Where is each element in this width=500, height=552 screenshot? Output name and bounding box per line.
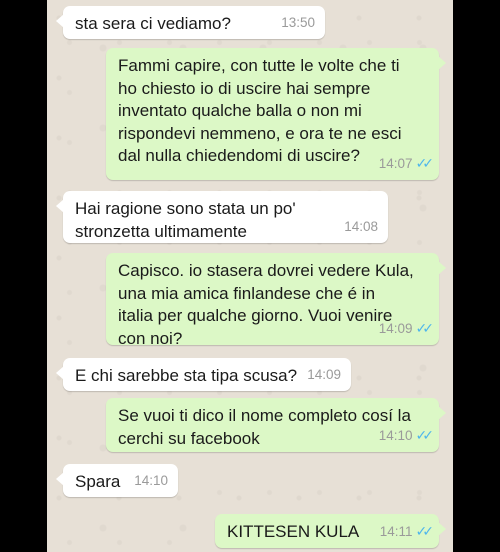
message-text: E chi sarebbe sta tipa scusa? bbox=[75, 366, 298, 385]
read-receipt-icon: ✓✓ bbox=[415, 154, 435, 171]
message-bubble-incoming[interactable]: sta sera ci vediamo? 13:50 bbox=[56, 6, 325, 39]
message-bubble-outgoing[interactable]: Fammi capire, con tutte le volte che ti … bbox=[106, 48, 446, 180]
message-time: 14:09 bbox=[307, 366, 341, 382]
message-text: KITTESEN KULA bbox=[227, 522, 360, 541]
message-text: Fammi capire, con tutte le volte che ti … bbox=[118, 56, 402, 165]
message-text: Capisco. io stasera dovrei vedere Kula, … bbox=[118, 261, 414, 348]
message-bubble-incoming[interactable]: Spara 14:10 bbox=[56, 464, 178, 497]
message-bubble-outgoing[interactable]: Capisco. io stasera dovrei vedere Kula, … bbox=[106, 253, 446, 348]
read-receipt-icon: ✓✓ bbox=[415, 522, 435, 539]
message-bubble-incoming[interactable]: Hai ragione sono stata un po' stronzetta… bbox=[56, 191, 388, 243]
message-time: 14:10 bbox=[134, 472, 168, 488]
message-time: 14:10 bbox=[378, 427, 413, 443]
message-time: 14:07 bbox=[378, 155, 413, 171]
message-text: Se vuoi ti dico il nome completo cosí la… bbox=[118, 406, 411, 448]
message-time: 14:09 bbox=[378, 320, 413, 336]
message-text: Hai ragione sono stata un po' stronzetta… bbox=[75, 199, 296, 241]
read-receipt-icon: ✓✓ bbox=[415, 426, 435, 443]
read-receipt-icon: ✓✓ bbox=[415, 319, 435, 336]
message-bubble-outgoing[interactable]: KITTESEN KULA 14:11 ✓✓ bbox=[215, 514, 446, 548]
message-text: Spara bbox=[75, 472, 121, 491]
message-bubble-incoming[interactable]: E chi sarebbe sta tipa scusa? 14:09 bbox=[56, 358, 351, 391]
message-time: 14:08 bbox=[344, 218, 378, 234]
message-text: sta sera ci vediamo? bbox=[75, 14, 231, 33]
chat-conversation: sta sera ci vediamo? 13:50 Fammi capire,… bbox=[47, 0, 453, 552]
message-time: 14:11 bbox=[379, 523, 413, 539]
message-time: 13:50 bbox=[281, 14, 315, 30]
message-bubble-outgoing[interactable]: Se vuoi ti dico il nome completo cosí la… bbox=[106, 398, 446, 452]
